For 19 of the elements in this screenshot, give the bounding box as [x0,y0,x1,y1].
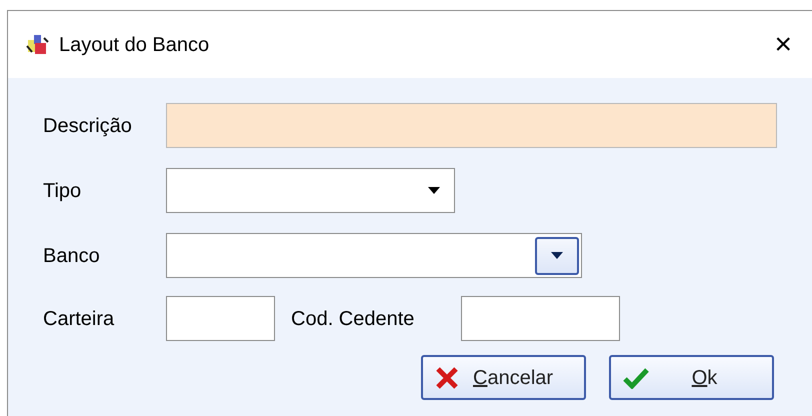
field-label: Tipo [43,180,82,202]
window-title: Layout do Banco [59,32,210,58]
field-label: Banco [43,244,100,266]
field-label: Descrição [43,114,132,136]
dropdown-arrow-icon [551,252,563,259]
dropdown-button[interactable] [535,236,579,274]
dropdown-field[interactable] [166,233,582,278]
text-field[interactable] [166,103,777,148]
close-button[interactable]: × [774,30,792,60]
cancel-button[interactable]: Cancelar [421,355,586,400]
field-label: Carteira [43,308,114,330]
ok-button[interactable]: Ok [609,355,774,400]
dropdown-arrow-icon [428,187,440,194]
cedente-field[interactable] [461,296,620,341]
checkmark-icon [623,366,649,388]
x-icon [435,366,459,388]
dropdown-field[interactable] [166,168,455,213]
field-label: Cod. Cedente [291,308,414,330]
carteira-field[interactable] [166,296,275,341]
